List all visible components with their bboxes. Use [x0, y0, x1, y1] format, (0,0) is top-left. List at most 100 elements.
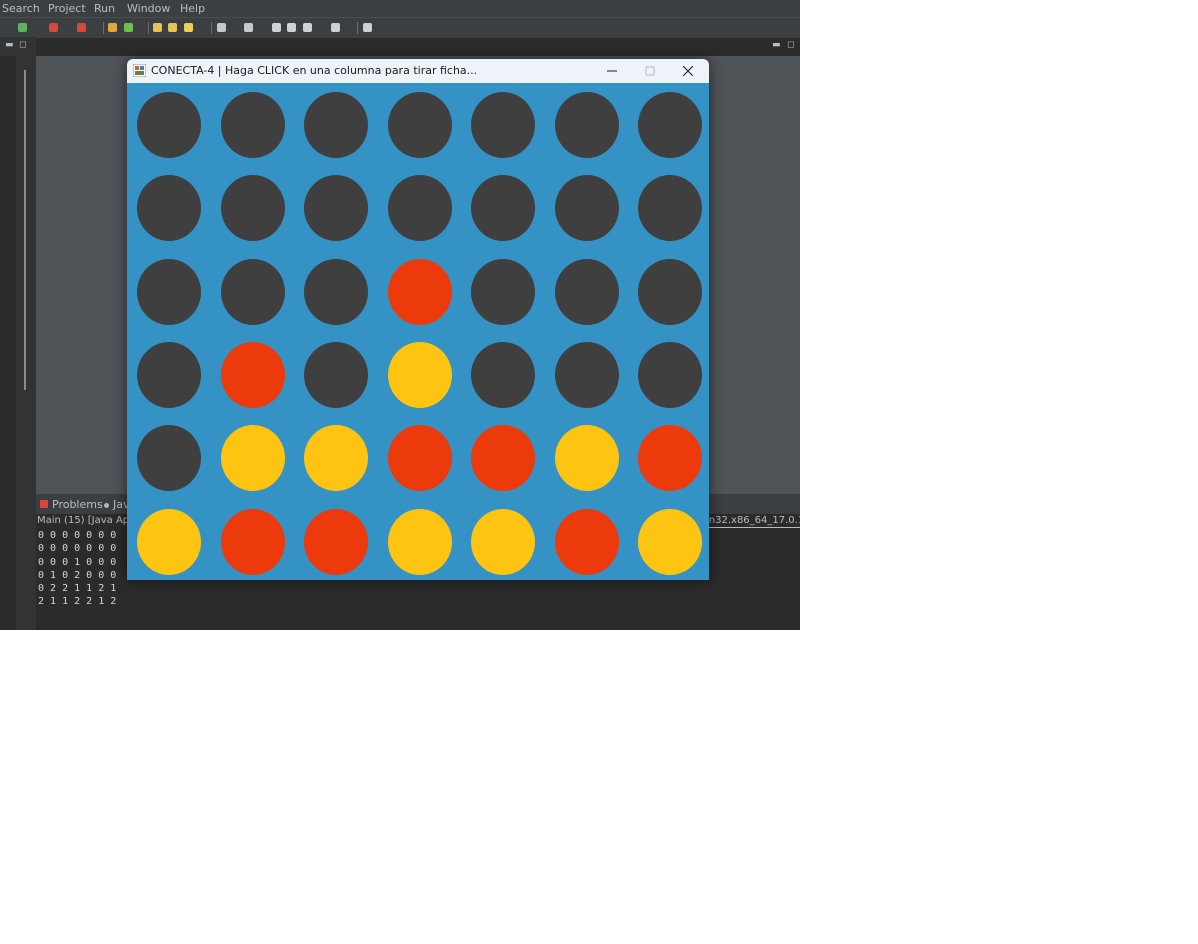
- disc-empty-r1-c3[interactable]: [388, 175, 452, 241]
- disc-empty-r3-c5[interactable]: [555, 342, 619, 408]
- game-board[interactable]: [127, 83, 709, 580]
- disc-player2-r4-c5[interactable]: [555, 425, 619, 491]
- menu-help[interactable]: Help: [180, 2, 205, 15]
- close-button[interactable]: [669, 59, 707, 83]
- disc-empty-r0-c6[interactable]: [638, 92, 702, 158]
- forward-arrow-icon[interactable]: [331, 23, 340, 32]
- tab-javadoc[interactable]: Jav: [104, 498, 130, 511]
- console-title: Main (15) [Java Appl: [37, 515, 139, 526]
- menu-window[interactable]: Window: [127, 2, 170, 15]
- disc-player1-r4-c4[interactable]: [471, 425, 535, 491]
- console-line: 0 1 0 2 0 0 0: [38, 569, 117, 581]
- disc-empty-r3-c6[interactable]: [638, 342, 702, 408]
- disc-player1-r4-c3[interactable]: [388, 425, 452, 491]
- console-line: 0 0 0 0 0 0 0: [38, 530, 117, 541]
- disc-empty-r0-c4[interactable]: [471, 92, 535, 158]
- new-package-icon[interactable]: [108, 23, 117, 32]
- menu-search[interactable]: Search: [2, 2, 40, 15]
- toolbar-separator: [103, 22, 104, 34]
- disc-player2-r4-c1[interactable]: [221, 425, 285, 491]
- disc-empty-r2-c4[interactable]: [471, 259, 535, 325]
- run-config-icon[interactable]: [77, 23, 86, 32]
- menu-run[interactable]: Run: [94, 2, 115, 15]
- disc-player2-r5-c6[interactable]: [638, 509, 702, 575]
- problems-icon: [40, 500, 48, 508]
- disc-empty-r2-c1[interactable]: [221, 259, 285, 325]
- disc-empty-r2-c0[interactable]: [137, 259, 201, 325]
- disc-player1-r5-c1[interactable]: [221, 509, 285, 575]
- disc-empty-r2-c2[interactable]: [304, 259, 368, 325]
- disc-player2-r5-c3[interactable]: [388, 509, 452, 575]
- window-titlebar[interactable]: CONECTA-4 | Haga CLICK en una columna pa…: [127, 59, 709, 83]
- disc-player2-r5-c4[interactable]: [471, 509, 535, 575]
- open-folder-icon[interactable]: [153, 23, 162, 32]
- disc-player1-r4-c6[interactable]: [638, 425, 702, 491]
- minimize-editor-icon[interactable]: ▬: [772, 40, 781, 50]
- disc-empty-r1-c1[interactable]: [221, 175, 285, 241]
- disc-empty-r2-c5[interactable]: [555, 259, 619, 325]
- disc-player1-r5-c2[interactable]: [304, 509, 368, 575]
- new-class-icon[interactable]: [124, 23, 133, 32]
- window-title: CONECTA-4 | Haga CLICK en una columna pa…: [151, 64, 478, 77]
- disc-player2-r4-c2[interactable]: [304, 425, 368, 491]
- maximize-editor-icon[interactable]: ◻: [787, 40, 794, 50]
- disc-empty-r0-c1[interactable]: [221, 92, 285, 158]
- toolbar: [0, 17, 800, 38]
- disc-empty-r4-c0[interactable]: [137, 425, 201, 491]
- disc-empty-r1-c2[interactable]: [304, 175, 368, 241]
- open-perspective-icon[interactable]: [363, 23, 372, 32]
- close-icon: [683, 66, 693, 76]
- console-line: 0 0 0 0 0 0 0: [38, 543, 117, 555]
- annotation-icon[interactable]: [217, 23, 226, 32]
- disc-empty-r2-c6[interactable]: [638, 259, 702, 325]
- back-history-icon[interactable]: [272, 23, 281, 32]
- disc-empty-r0-c5[interactable]: [555, 92, 619, 158]
- tab-problems[interactable]: Problems: [40, 498, 103, 511]
- toolbar-separator: [357, 22, 358, 34]
- console-line: 0 0 0 1 0 0 0: [38, 556, 117, 568]
- toolbar-separator: [211, 22, 212, 34]
- disc-empty-r0-c2[interactable]: [304, 92, 368, 158]
- maximize-view-icon[interactable]: ◻: [19, 40, 26, 50]
- back-arrow-icon[interactable]: [303, 23, 312, 32]
- disc-player1-r3-c1[interactable]: [221, 342, 285, 408]
- left-panel: [0, 56, 16, 630]
- java-app-icon: [133, 64, 146, 77]
- minimize-view-icon[interactable]: ▬: [5, 40, 14, 50]
- disc-empty-r3-c4[interactable]: [471, 342, 535, 408]
- console-line: 2 1 1 2 2 1 2: [38, 596, 117, 608]
- debug-icon[interactable]: [18, 23, 27, 32]
- console-path: in32.x86_64_17.0.10.v: [706, 515, 800, 526]
- disc-empty-r1-c4[interactable]: [471, 175, 535, 241]
- open-type-icon[interactable]: [168, 23, 177, 32]
- minimize-button[interactable]: [593, 59, 631, 83]
- disc-empty-r1-c0[interactable]: [137, 175, 201, 241]
- stop-icon[interactable]: [49, 23, 58, 32]
- javadoc-icon: [104, 503, 109, 508]
- toolbar-separator: [148, 22, 149, 34]
- menu-project[interactable]: Project: [48, 2, 86, 15]
- disc-player2-r5-c0[interactable]: [137, 509, 201, 575]
- maximize-icon: [645, 66, 655, 76]
- search-brush-icon[interactable]: [184, 23, 193, 32]
- console-line: 0 2 2 1 1 2 1: [38, 583, 117, 595]
- console-divider: [706, 527, 800, 528]
- forward-history-icon[interactable]: [287, 23, 296, 32]
- disc-player1-r2-c3[interactable]: [388, 259, 452, 325]
- disc-empty-r0-c3[interactable]: [388, 92, 452, 158]
- vertical-scrollbar[interactable]: [24, 70, 26, 390]
- menu-bar: Search Project Run Window Help: [0, 0, 800, 17]
- console-output: 0 0 0 0 0 0 00 0 0 0 0 0 00 0 0 1 0 0 00…: [38, 529, 116, 609]
- disc-empty-r1-c6[interactable]: [638, 175, 702, 241]
- disc-empty-r3-c0[interactable]: [137, 342, 201, 408]
- disc-empty-r1-c5[interactable]: [555, 175, 619, 241]
- disc-empty-r0-c0[interactable]: [137, 92, 201, 158]
- disc-empty-r3-c2[interactable]: [304, 342, 368, 408]
- conecta4-window: CONECTA-4 | Haga CLICK en una columna pa…: [127, 59, 709, 580]
- minimize-icon: [607, 70, 617, 72]
- disc-player1-r5-c5[interactable]: [555, 509, 619, 575]
- disc-player2-r3-c3[interactable]: [388, 342, 452, 408]
- tab-problems-label: Problems: [52, 498, 103, 511]
- next-annotation-icon[interactable]: [244, 23, 253, 32]
- maximize-button[interactable]: [631, 59, 669, 83]
